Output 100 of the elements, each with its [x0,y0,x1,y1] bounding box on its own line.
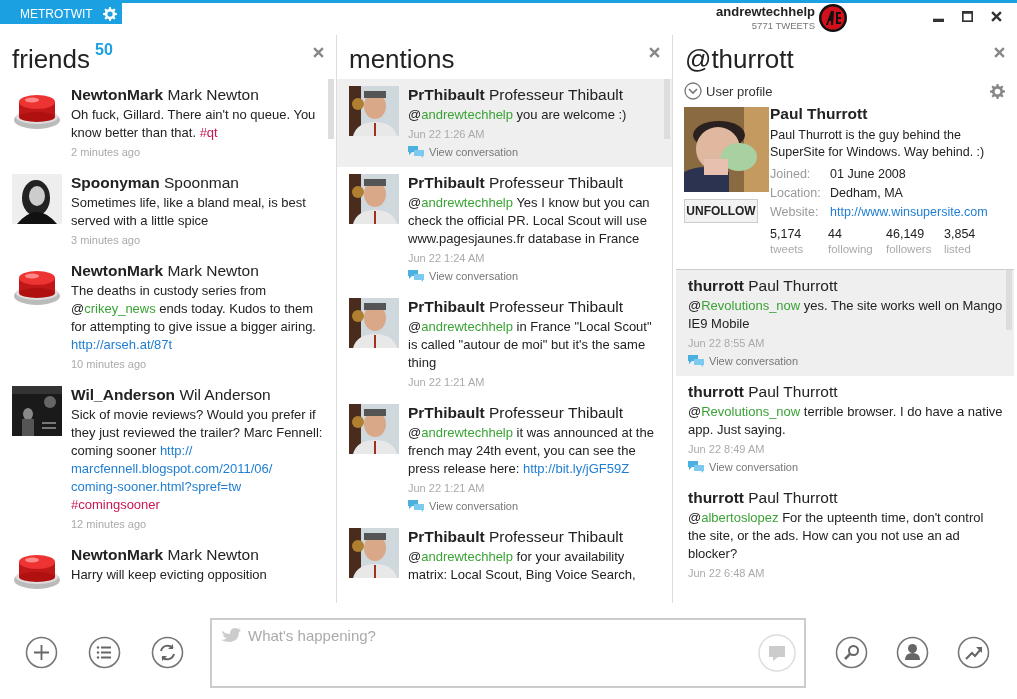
conversation-icon [408,270,424,282]
tweet-item[interactable]: Spoonyman Spoonman Sometimes life, like a bland meal, is best served with a little spice 3 minutes ago [0,167,336,255]
tweet-time: 10 minutes ago [71,358,147,370]
tweet-item[interactable]: thurrott Paul Thurrott @Revolutions_now yes. The site works well on Mango IE9 Mobile Jun 22 8:55 AM View conversation [676,270,1014,376]
avatar-icon[interactable] [818,3,848,33]
tweet-time: Jun 22 8:55 AM [688,337,765,349]
tweet-text: Sometimes life, like a bland meal, is best served with a little spice [71,194,307,230]
field-label: Joined: [770,166,812,183]
conversation-icon [688,461,704,473]
column-title: @thurrott [685,43,794,75]
website-link[interactable]: http://www.winsupersite.com [830,204,1005,221]
tweet-time: 3 minutes ago [71,234,141,246]
tweet-author[interactable]: PrThibault Professeur Thibault [408,528,624,545]
field-label: Website: [770,204,820,221]
settings-icon[interactable] [102,6,117,21]
tweet-text: @Revolutions_now yes. The site works well on Mango IE9 Mobile [688,297,1004,333]
list-icon[interactable] [88,636,121,669]
tweet-item[interactable]: thurrott Paul Thurrott @albertoslopez For the upteenth time, don't control the site, or the ads. How can you not use an ad blocker? Jun 22 6:48 AM [676,482,1014,588]
stat-value[interactable]: 44 [828,227,886,242]
column-title: mentions [349,43,455,75]
account-name[interactable]: andrewtechhelp [716,5,815,19]
tweet-item[interactable]: NewtonMark Mark Newton Oh fuck, Gillard. There ain't no queue. You know better than that. #qt 2 minutes ago [0,79,336,167]
field-label: Location: [770,185,822,202]
conversation-icon [408,500,424,512]
tweet-time: Jun 22 1:26 AM [408,128,485,140]
web-link[interactable]: http://arseh.at/87t [71,337,173,352]
tweet-time: Jun 22 8:49 AM [688,443,765,455]
unfollow-button[interactable]: UNFOLLOW [684,199,758,223]
web-link[interactable]: marcfennell.blogspot.com/2011/06/ [71,461,273,476]
stat-value[interactable]: 46,149 [886,227,944,242]
view-conversation-link[interactable]: View conversation [429,269,519,283]
tweet-item[interactable]: PrThibault Professeur Thibault @andrewtechhelp Yes I know but you can check the official PR. Local Scout will use www.pagesjaunes.fr database in France Jun 22 1:24 AM View conversation [337,167,672,291]
web-link[interactable]: http://bit.ly/jGF59Z [522,461,630,476]
tweet-author[interactable]: PrThibault Professeur Thibault [408,174,624,191]
tweet-item[interactable]: PrThibault Professeur Thibault @andrewtechhelp it was announced at the french may 24th event, you can see the press release here: http://bit.ly/jGF59Z Jun 22 1:21 AM View conversation [337,397,672,521]
add-icon[interactable] [25,636,58,669]
profile-icon[interactable] [896,636,929,669]
compose-field[interactable]: What's happening? [210,617,806,688]
tweet-author[interactable]: Wil_Anderson Wil Anderson [71,386,271,403]
stat-value[interactable]: 3,854 [944,227,1002,242]
tweet-author[interactable]: thurrott Paul Thurrott [688,489,838,506]
tweet-author[interactable]: PrThibault Professeur Thibault [408,298,624,315]
tweet-time: Jun 22 6:48 AM [688,567,765,579]
tweet-text: @albertoslopez For the upteenth time, don't control the site, or the ads. How can you not use an ad blocker? [688,509,985,563]
bird-icon [220,626,242,643]
conversation-icon [408,146,424,158]
stat-value[interactable]: 5,174 [770,227,828,242]
conversation-icon [688,355,704,367]
refresh-icon[interactable] [151,636,184,669]
view-conversation-link[interactable]: View conversation [429,499,519,513]
view-conversation-link[interactable]: View conversation [429,145,519,159]
maximize-icon[interactable] [962,11,973,22]
tweet-author[interactable]: PrThibault Professeur Thibault [408,86,624,103]
close-icon[interactable] [991,11,1002,22]
tweet-time: 2 minutes ago [71,146,141,158]
hashtag-link[interactable]: #comingsooner [71,497,160,512]
profile-name: Paul Thurrott [770,105,868,122]
tweet-text: @andrewtechhelp in France "Local Scout" is called "autour de moi" but it's the same thing [408,318,653,372]
tweet-author[interactable]: Spoonyman Spoonman [71,174,239,191]
tweet-text: Harry will keep evicting opposition [71,566,268,584]
tweet-item[interactable]: thurrott Paul Thurrott @Revolutions_now terrible browser. I do have a native app. Just saying. Jun 22 8:49 AM View conversation [676,376,1014,482]
tweet-time: Jun 22 1:21 AM [408,482,485,494]
search-icon[interactable] [835,636,868,669]
tweet-item[interactable]: PrThibault Professeur Thibault @andrewtechhelp for your availability matrix: Local Scout, Bing Voice Search, [337,521,672,592]
tweet-time: Jun 22 1:21 AM [408,376,485,388]
tweet-item[interactable]: NewtonMark Mark Newton Harry will keep evicting opposition [0,539,336,603]
app-title: METROTWIT [20,6,93,21]
view-conversation-link[interactable]: View conversation [709,460,799,474]
tweet-text: @andrewtechhelp for your availability matrix: Local Scout, Bing Voice Search, [408,548,637,584]
web-link[interactable]: coming-sooner.html?spref=tw [71,479,242,494]
tweet-text: Sick of movie reviews? Would you prefer if they just reviewed the trailer? Marc Fennell: coming sooner http:// marcfennell.blogspot.com/2011/06/ coming-sooner.html?spref=tw #comingsooner [71,406,324,514]
tweet-item[interactable]: NewtonMark Mark Newton The deaths in custody series from @crikey_news ends today. Kudos to them for attempting to give issue a bigger airing. http://arseh.at/87t 10 minutes ago [0,255,336,379]
tweet-author[interactable]: NewtonMark Mark Newton [71,86,259,103]
hashtag-link[interactable]: #qt [199,125,218,140]
tweet-text: The deaths in custody series from @crikey_news ends today. Kudos to them for attempting to give issue a bigger airing. http://arseh.at/87t [71,282,317,354]
expand-icon[interactable] [684,82,702,100]
tweet-author[interactable]: NewtonMark Mark Newton [71,546,259,563]
tweet-author[interactable]: thurrott Paul Thurrott [688,277,838,294]
web-link[interactable]: http:// [159,443,193,458]
tweet-text: @andrewtechhelp you are welcome :) [408,106,628,124]
tweet-item[interactable]: PrThibault Professeur Thibault @andrewtechhelp in France "Local Scout" is called "autour de moi" but it's the same thing Jun 22 1:21 AM [337,291,672,397]
trending-icon[interactable] [957,636,990,669]
tweet-author[interactable]: thurrott Paul Thurrott [688,383,838,400]
tweet-text: @Revolutions_now terrible browser. I do have a native app. Just saying. [688,403,1004,439]
tweet-count: 5771 TWEETS [751,19,815,33]
settings-icon[interactable] [990,83,1005,99]
tweet-author[interactable]: PrThibault Professeur Thibault [408,404,624,421]
tweet-text: Oh fuck, Gillard. There ain't no queue. You know better than that. #qt [71,106,317,142]
unread-count: 50 [95,41,113,59]
section-title[interactable]: User profile [706,83,773,99]
tweet-author[interactable]: NewtonMark Mark Newton [71,262,259,279]
tweet-time: 12 minutes ago [71,518,147,530]
field-value: Dedham, MA [830,185,904,202]
tweet-text: @andrewtechhelp Yes I know but you can check the official PR. Local Scout will use www.pagesjaunes.fr database in France [408,194,651,248]
tweet-text: @andrewtechhelp it was announced at the french may 24th event, you can see the press release here: http://bit.ly/jGF59Z [408,424,655,478]
field-value: 01 June 2008 [830,166,907,183]
profile-bio: Paul Thurrott is the guy behind the SuperSite for Windows. Way behind. :) [770,127,986,161]
view-conversation-link[interactable]: View conversation [709,354,799,368]
tweet-item[interactable]: PrThibault Professeur Thibault @andrewtechhelp you are welcome :) Jun 22 1:26 AM View conversation [337,79,672,167]
column-title: friends [12,43,91,75]
